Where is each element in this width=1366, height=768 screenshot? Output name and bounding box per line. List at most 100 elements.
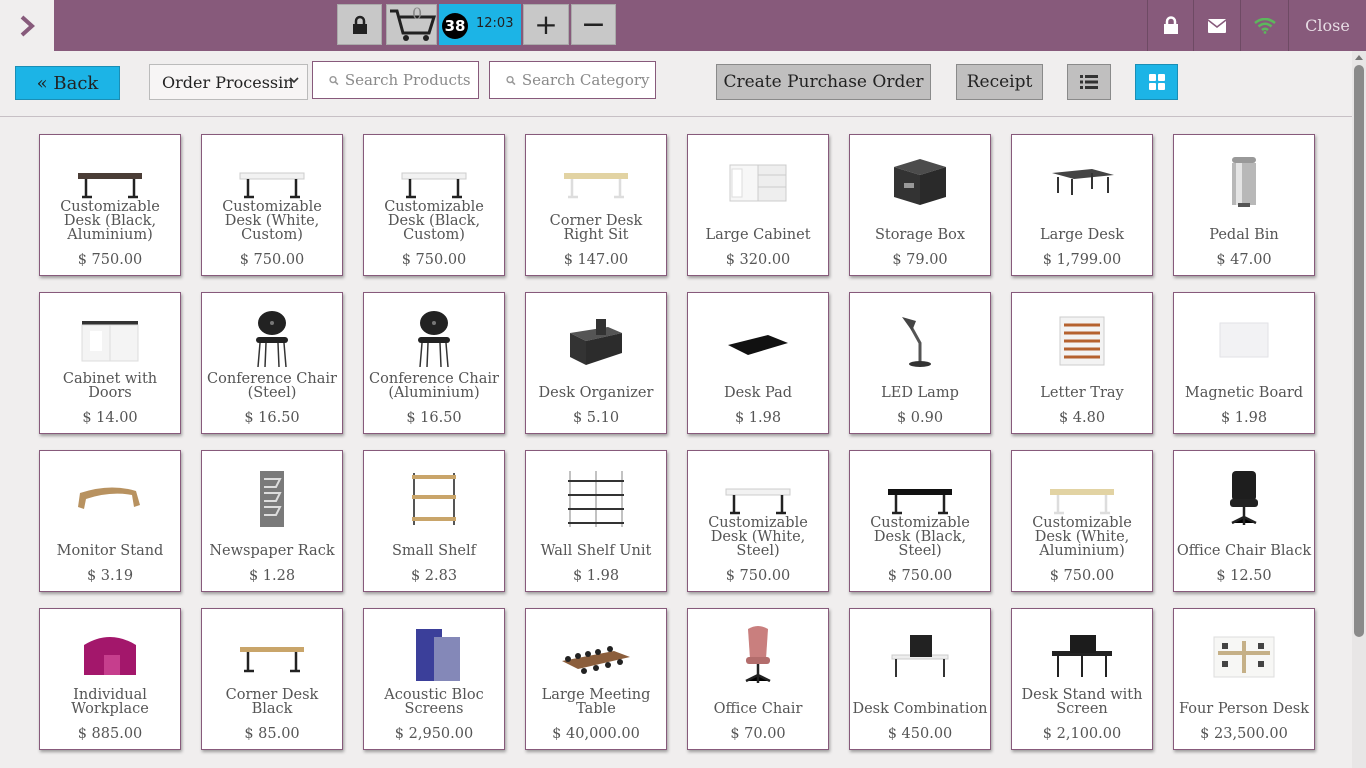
order-time: 12:03: [476, 16, 514, 31]
product-price: $ 2,100.00: [1042, 726, 1122, 742]
product-name: LED Lamp: [881, 385, 959, 401]
messages-button[interactable]: [1193, 0, 1240, 51]
create-purchase-order-button[interactable]: Create Purchase Order: [716, 64, 931, 100]
chevron-down-icon: [289, 77, 299, 84]
product-card[interactable]: Desk Organizer $ 5.10: [525, 292, 667, 434]
lock-icon: [352, 15, 367, 34]
order-selector-button[interactable]: 38 12:03: [439, 4, 521, 45]
back-button[interactable]: « Back: [15, 66, 120, 100]
product-price: $ 70.00: [730, 726, 786, 742]
product-price: $ 12.50: [1216, 568, 1272, 584]
desk-screen-icon: [1052, 635, 1112, 677]
letter-tray-icon: [1059, 316, 1105, 366]
product-card[interactable]: Corner Desk Right Sit $ 147.00: [525, 134, 667, 276]
product-price: $ 85.00: [244, 726, 300, 742]
cart-button[interactable]: 0: [386, 4, 437, 45]
new-order-button[interactable]: +: [523, 4, 569, 45]
product-name: Conference Chair (Steel): [207, 371, 337, 401]
product-card[interactable]: Desk Combination $ 450.00: [849, 608, 991, 750]
product-card[interactable]: Desk Stand with Screen $ 2,100.00: [1011, 608, 1153, 750]
large-desk-icon: [1052, 169, 1114, 195]
product-price: $ 750.00: [239, 252, 305, 268]
product-card[interactable]: Cabinet with Doors $ 14.00: [39, 292, 181, 434]
product-price: $ 4.80: [1058, 410, 1106, 426]
product-card[interactable]: Customizable Desk (White, Steel) $ 750.00: [687, 450, 829, 592]
product-card[interactable]: Office Chair $ 70.00: [687, 608, 829, 750]
product-image: [40, 461, 180, 536]
scroll-up-arrow[interactable]: [1355, 55, 1363, 60]
product-card[interactable]: Conference Chair (Aluminium) $ 16.50: [363, 292, 505, 434]
chevron-right-icon: [20, 15, 35, 36]
search-products-field[interactable]: [312, 61, 479, 99]
product-card[interactable]: Customizable Desk (Black, Aluminium) $ 75…: [39, 134, 181, 276]
product-price: $ 79.00: [892, 252, 948, 268]
product-card[interactable]: Storage Box $ 79.00: [849, 134, 991, 276]
product-image: [688, 145, 828, 220]
product-price: $ 47.00: [1216, 252, 1272, 268]
product-price: $ 750.00: [725, 568, 791, 584]
grid-view-button[interactable]: [1135, 64, 1178, 100]
monitor-stand-icon: [78, 487, 140, 509]
product-card[interactable]: Acoustic Bloc Screens $ 2,950.00: [363, 608, 505, 750]
product-image: [1174, 303, 1314, 378]
product-card[interactable]: Magnetic Board $ 1.98: [1173, 292, 1315, 434]
product-name: Desk Combination: [852, 701, 988, 717]
product-card[interactable]: Conference Chair (Steel) $ 16.50: [201, 292, 343, 434]
list-view-button[interactable]: [1067, 64, 1111, 100]
product-name: Acoustic Bloc Screens: [384, 687, 484, 717]
product-image: [526, 303, 666, 378]
product-name: Desk Organizer: [538, 385, 654, 401]
close-button[interactable]: Close: [1288, 0, 1366, 51]
office-chair-black-icon: [1230, 471, 1258, 525]
product-price: $ 320.00: [725, 252, 791, 268]
product-card[interactable]: Customizable Desk (White, Custom) $ 750.0…: [201, 134, 343, 276]
product-name: Pedal Bin: [1209, 227, 1279, 243]
search-category-field[interactable]: [489, 61, 656, 99]
product-card[interactable]: Small Shelf $ 2.83: [363, 450, 505, 592]
product-card[interactable]: Customizable Desk (Black, Custom) $ 750.0…: [363, 134, 505, 276]
product-card[interactable]: Wall Shelf Unit $ 1.98: [525, 450, 667, 592]
lock-screen-button[interactable]: [1147, 0, 1193, 51]
product-image: [850, 145, 990, 220]
product-card[interactable]: Newspaper Rack $ 1.28: [201, 450, 343, 592]
product-card[interactable]: Individual Workplace $ 885.00: [39, 608, 181, 750]
desk-wood-icon: [240, 647, 304, 673]
product-price: $ 0.90: [896, 410, 944, 426]
search-category-input[interactable]: [521, 71, 655, 89]
product-name: Cabinet with Doors: [62, 371, 158, 401]
product-card[interactable]: LED Lamp $ 0.90: [849, 292, 991, 434]
product-card[interactable]: Large Cabinet $ 320.00: [687, 134, 829, 276]
order-type-select[interactable]: Order Processin: [149, 64, 308, 100]
product-price: $ 750.00: [401, 252, 467, 268]
product-card[interactable]: Corner Desk Black $ 85.00: [201, 608, 343, 750]
product-name: Corner Desk Right Sit: [549, 213, 643, 243]
search-products-input[interactable]: [344, 71, 478, 89]
product-card[interactable]: Large Meeting Table $ 40,000.00: [525, 608, 667, 750]
product-image: [202, 619, 342, 694]
product-name: Office Chair Black: [1176, 543, 1312, 559]
vertical-scrollbar[interactable]: [1352, 51, 1366, 768]
pedal-bin-icon: [1232, 157, 1256, 207]
product-image: [40, 619, 180, 694]
product-price: $ 750.00: [1049, 568, 1115, 584]
product-card[interactable]: Large Desk $ 1,799.00: [1011, 134, 1153, 276]
scroll-thumb[interactable]: [1354, 65, 1364, 637]
lock-order-button[interactable]: [337, 4, 382, 45]
product-image: [364, 619, 504, 694]
product-price: $ 450.00: [887, 726, 953, 742]
product-card[interactable]: Four Person Desk $ 23,500.00: [1173, 608, 1315, 750]
sidebar-toggle-button[interactable]: [0, 0, 54, 51]
product-card[interactable]: Letter Tray $ 4.80: [1011, 292, 1153, 434]
product-card[interactable]: Customizable Desk (White, Aluminium) $ 75…: [1011, 450, 1153, 592]
receipt-button[interactable]: Receipt: [956, 64, 1043, 100]
product-card[interactable]: Office Chair Black $ 12.50: [1173, 450, 1315, 592]
delete-order-button[interactable]: −: [571, 4, 616, 45]
product-card[interactable]: Desk Pad $ 1.98: [687, 292, 829, 434]
product-name: Wall Shelf Unit: [540, 543, 652, 559]
connection-status[interactable]: [1240, 0, 1288, 51]
product-card[interactable]: Customizable Desk (Black, Steel) $ 750.00: [849, 450, 991, 592]
product-card[interactable]: Pedal Bin $ 47.00: [1173, 134, 1315, 276]
acoustic-screens-icon: [416, 629, 460, 681]
product-card[interactable]: Monitor Stand $ 3.19: [39, 450, 181, 592]
product-name: Newspaper Rack: [209, 543, 335, 559]
